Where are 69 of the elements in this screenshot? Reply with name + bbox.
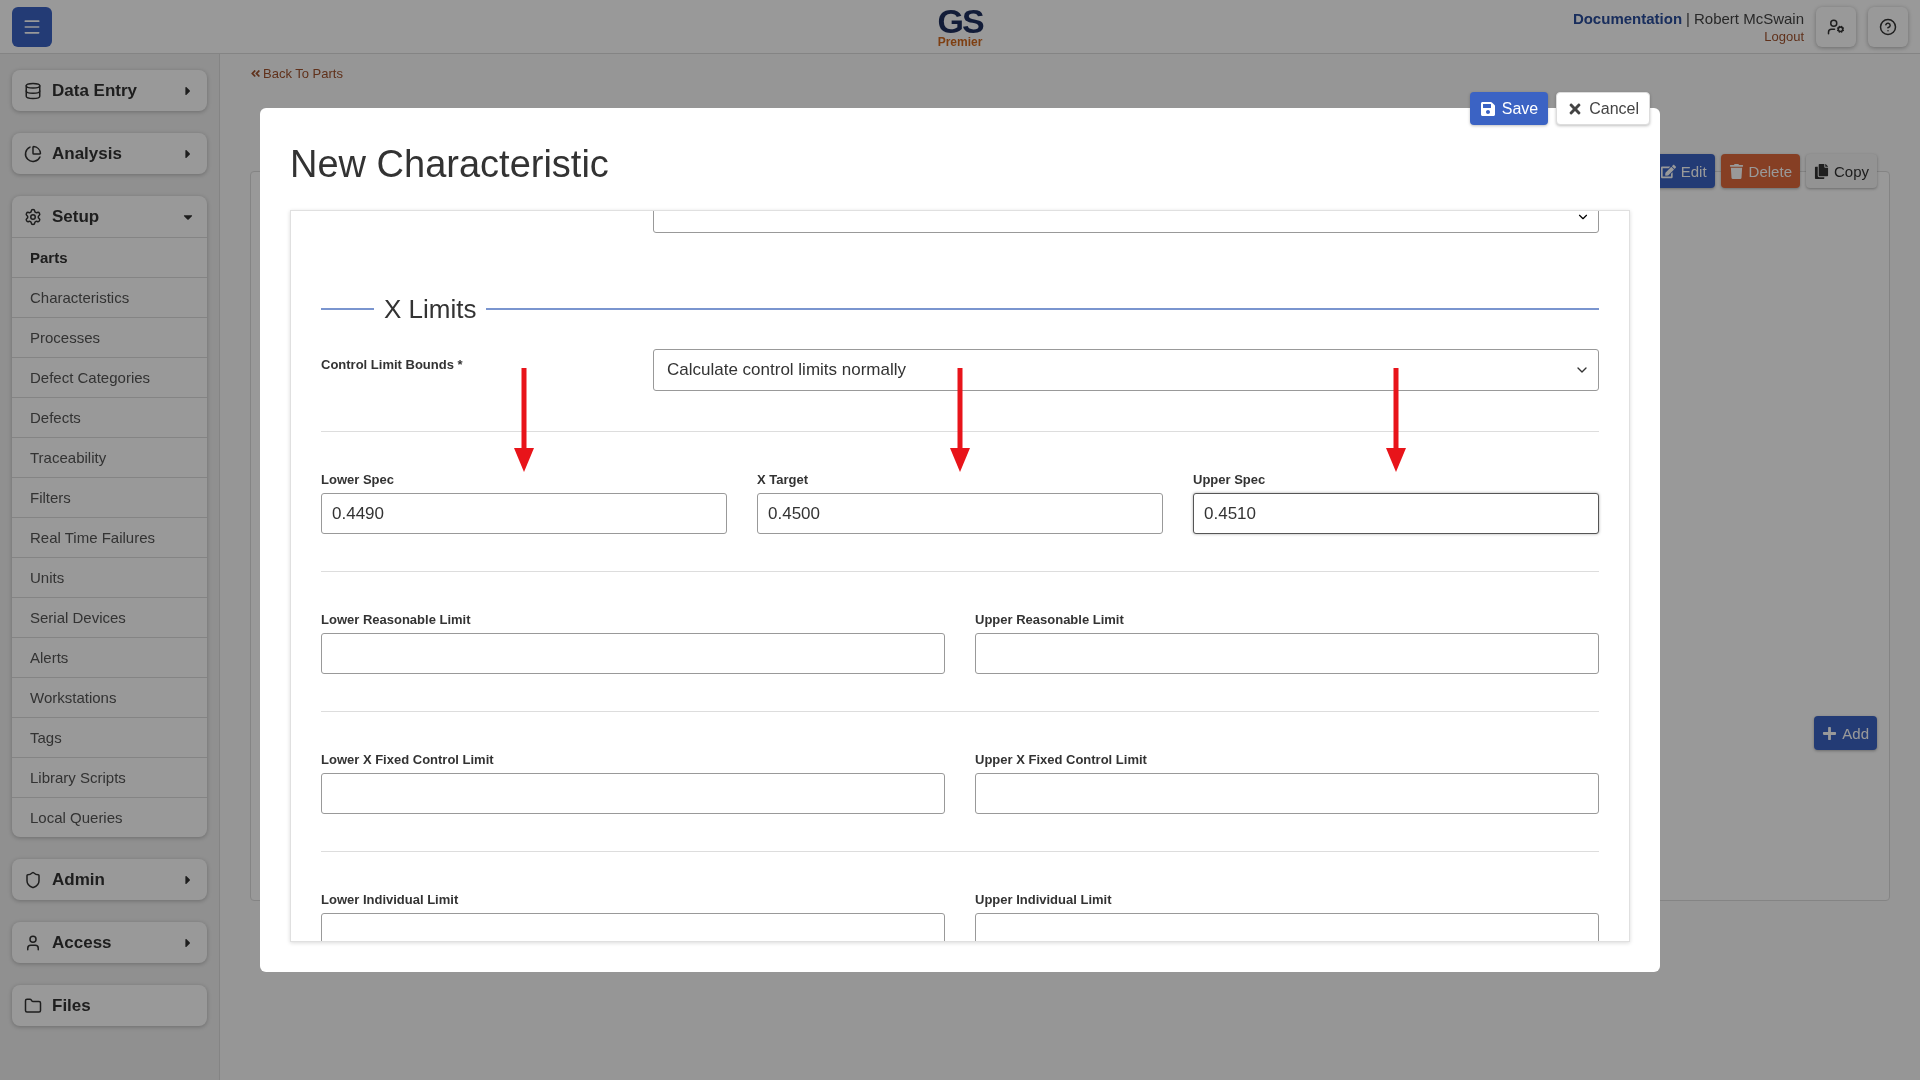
pie-chart-icon	[24, 144, 42, 163]
documentation-link[interactable]: Documentation	[1572, 9, 1683, 27]
field-label: Lower Individual Limit	[321, 892, 460, 907]
folder-icon	[24, 996, 42, 1015]
sidebar-item[interactable]: Filters	[12, 477, 207, 517]
sidebar-item[interactable]: Parts	[12, 237, 207, 277]
help-icon	[1879, 17, 1897, 36]
user-icon	[24, 933, 42, 952]
sidebar-item[interactable]: Alerts	[12, 637, 207, 677]
sidebar-group-header[interactable]: Admin	[12, 859, 207, 900]
database-icon	[24, 81, 42, 100]
cancel-button[interactable]: Cancel	[1556, 92, 1650, 125]
sidebar-group-header[interactable]: Access	[12, 922, 207, 963]
sidebar-group-header[interactable]: Setup	[12, 196, 207, 237]
sidebar-group-header[interactable]: Analysis	[12, 133, 207, 174]
input-field[interactable]: 0.4500	[757, 493, 1163, 534]
input-field[interactable]	[975, 633, 1599, 674]
sidebar-group-header[interactable]: Data Entry	[12, 70, 207, 111]
field-label: Upper Individual Limit	[975, 892, 1113, 907]
sidebar-item[interactable]: Characteristics	[12, 277, 207, 317]
sidebar-item[interactable]: Units	[12, 557, 207, 597]
field-label: Upper Spec	[1193, 472, 1267, 487]
separator: |	[1686, 9, 1690, 27]
field-label: Lower Spec	[321, 472, 395, 487]
menu-button[interactable]	[12, 6, 52, 47]
sidebar-item[interactable]: Local Queries	[12, 797, 207, 837]
trash-icon	[1728, 163, 1744, 179]
delete-button[interactable]: Delete	[1720, 154, 1800, 188]
field-label: Lower Reasonable Limit	[321, 612, 472, 627]
input-field[interactable]	[975, 773, 1599, 814]
input-field[interactable]: 0.4490	[321, 493, 727, 534]
back-link[interactable]: Back To Parts	[250, 66, 1890, 81]
sidebar-item[interactable]: Library Scripts	[12, 757, 207, 797]
logout-link[interactable]: Logout	[1764, 28, 1804, 44]
sidebar-item[interactable]: Defects	[12, 397, 207, 437]
select-field[interactable]: Calculate control limits normally	[653, 349, 1599, 391]
section-title: X Limits	[384, 293, 477, 325]
help-button[interactable]	[1868, 6, 1908, 47]
save-button[interactable]: Save	[1469, 92, 1549, 125]
sidebar-item[interactable]: Traceability	[12, 437, 207, 477]
copy-icon	[1813, 163, 1829, 179]
gear-icon	[24, 207, 42, 226]
sidebar-item[interactable]: Serial Devices	[12, 597, 207, 637]
logo-subtitle: Premier	[937, 36, 983, 48]
user-gear-icon	[1827, 17, 1845, 36]
user-name: Robert McSwain	[1693, 9, 1804, 27]
double-chevron-left-icon	[250, 68, 261, 79]
field-label: Upper Reasonable Limit	[975, 612, 1125, 627]
input-field[interactable]: 0.4510	[1193, 493, 1599, 534]
sidebar-group-header[interactable]: Files	[12, 985, 207, 1026]
input-field[interactable]	[321, 773, 945, 814]
sidebar-item[interactable]: Tags	[12, 717, 207, 757]
user-settings-button[interactable]	[1816, 6, 1856, 47]
add-button[interactable]: Add	[1814, 716, 1877, 750]
sidebar-item[interactable]: Workstations	[12, 677, 207, 717]
field-label: Lower X Fixed Control Limit	[321, 752, 495, 767]
save-icon	[1479, 100, 1496, 117]
sidebar-item[interactable]: Real Time Failures	[12, 517, 207, 557]
plus-icon	[1822, 725, 1838, 741]
field-label: X Target	[757, 472, 810, 487]
field-label: Control Limit Bounds *	[321, 356, 464, 374]
sidebar-item[interactable]: Processes	[12, 317, 207, 357]
copy-button[interactable]: Copy	[1805, 154, 1877, 188]
field-label: Upper X Fixed Control Limit	[975, 752, 1148, 767]
shield-icon	[24, 870, 42, 889]
logo-mark: GS	[937, 4, 983, 38]
input-field[interactable]	[321, 633, 945, 674]
modal-title: New Characteristic	[290, 142, 610, 187]
sidebar-item[interactable]: Defect Categories	[12, 357, 207, 397]
